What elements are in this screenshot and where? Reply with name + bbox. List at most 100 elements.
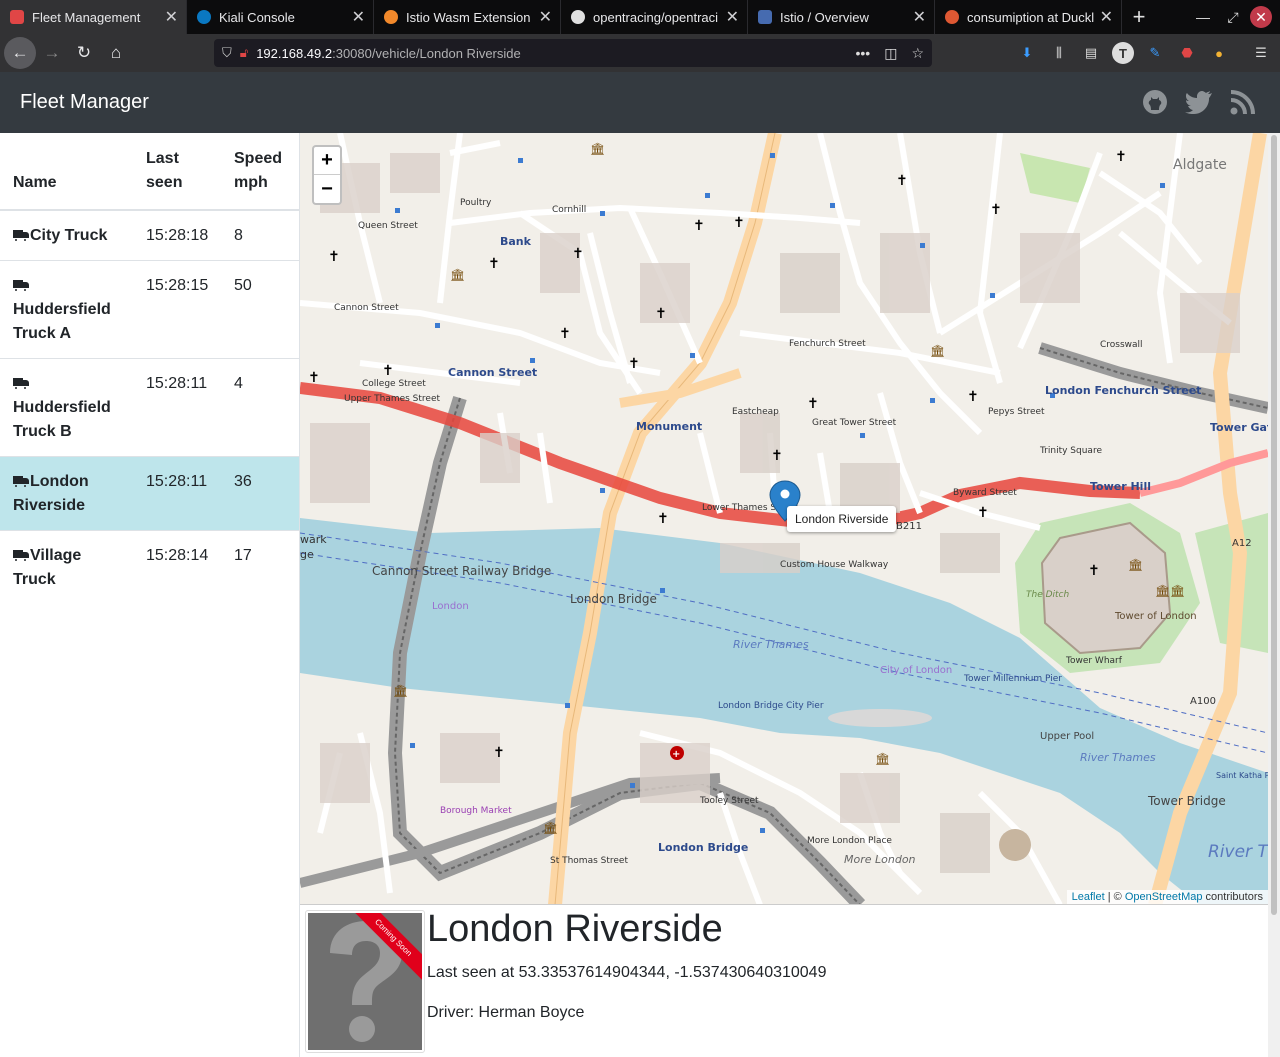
column-header-speed[interactable]: Speed mph	[221, 133, 299, 211]
tab-close-icon[interactable]: ✕	[165, 7, 178, 27]
column-header-name[interactable]: Name	[0, 133, 133, 211]
rss-icon[interactable]	[1229, 88, 1257, 116]
map-label: London Bridge	[570, 592, 657, 606]
zoom-control: + −	[312, 145, 342, 205]
map-label: A12	[1232, 538, 1252, 549]
insecure-lock-icon[interactable]: 🔓︎	[240, 45, 248, 61]
map-label: St Thomas Street	[550, 856, 628, 866]
svg-text:✝: ✝	[693, 218, 705, 234]
svg-text:✝: ✝	[493, 745, 505, 761]
vehicle-name-cell[interactable]: Huddersfield Truck B	[0, 358, 133, 457]
page-scrollbar[interactable]	[1268, 133, 1280, 1057]
map-view[interactable]: ✝ ✝ ✝ ✝ ✝ ✝ ✝ ✝ ✝ ✝ ✝ ✝ ✝ ✝ ✝ ✝ ✝ ✝ ✝ ✝ 🏛 🏛 🏛 🏛 🏛 🏛 🏛 🏛 🏛 + A…	[300, 133, 1268, 905]
downloads-icon[interactable]: ⬇	[1016, 42, 1038, 64]
close-window-icon[interactable]: ✕	[1250, 6, 1272, 28]
svg-text:✝: ✝	[771, 448, 783, 464]
leaflet-link[interactable]: Leaflet	[1072, 891, 1105, 903]
url-bar[interactable]: ⛉ 🔓︎ 192.168.49.2:30080/vehicle/London R…	[214, 39, 932, 67]
url-path: :30080/vehicle/London Riverside	[332, 45, 521, 61]
svg-text:✝: ✝	[990, 202, 1002, 218]
minimize-icon[interactable]: —	[1190, 4, 1216, 30]
extension-t-icon[interactable]: T	[1112, 42, 1134, 64]
browser-tab-bar: Fleet Management ✕ Kiali Console ✕ Istio…	[0, 0, 1280, 34]
last-seen-cell: 15:28:15	[133, 260, 221, 359]
tab-kiali[interactable]: Kiali Console ✕	[187, 0, 374, 34]
extension-shield-icon[interactable]: ⬣	[1176, 42, 1198, 64]
reload-button[interactable]: ↻	[68, 37, 100, 69]
map-label: Bank	[500, 235, 532, 248]
question-mark-icon: Coming Soon	[308, 913, 422, 1050]
more-actions-icon[interactable]: •••	[855, 45, 870, 62]
svg-text:🏛: 🏛	[590, 142, 605, 156]
vehicle-list-panel: Name Last seen Speed mph City Truck 15:2…	[0, 133, 300, 1057]
table-row[interactable]: Huddersfield Truck A 15:28:15 50	[0, 260, 299, 359]
istio-favicon-icon	[758, 10, 772, 24]
vehicle-photo-placeholder: Coming Soon	[305, 910, 425, 1053]
speed-cell: 50	[221, 260, 299, 359]
svg-text:🏛: 🏛	[1170, 584, 1185, 598]
tab-close-icon[interactable]: ✕	[726, 7, 739, 27]
osm-link[interactable]: OpenStreetMap	[1125, 891, 1203, 903]
zoom-in-button[interactable]: +	[314, 147, 340, 175]
sidebar-icon[interactable]: ▤	[1080, 42, 1102, 64]
browser-nav-bar: ← → ↻ ⌂ ⛉ 🔓︎ 192.168.49.2:30080/vehicle/…	[0, 34, 1280, 72]
pocket-icon[interactable]: ◫	[884, 45, 897, 62]
maximize-icon[interactable]: ⤢	[1220, 4, 1246, 30]
tab-close-icon[interactable]: ✕	[913, 7, 926, 27]
map-label: Crosswall	[1100, 340, 1143, 350]
extension-cookie-icon[interactable]: ●	[1208, 42, 1230, 64]
map-label: Tower Millennium Pier	[963, 674, 1062, 684]
map-label: Fenchurch Street	[789, 339, 866, 349]
last-seen-cell: 15:28:14	[133, 530, 221, 604]
tab-close-icon[interactable]: ✕	[539, 7, 552, 27]
svg-text:+: +	[672, 749, 680, 760]
svg-text:🏛: 🏛	[450, 268, 465, 282]
vehicle-name-cell[interactable]: London Riverside	[0, 456, 133, 531]
truck-icon	[13, 230, 29, 242]
shield-icon[interactable]: ⛉	[222, 45, 232, 61]
map-label: Tower Hill	[1090, 480, 1151, 493]
library-icon[interactable]: ⫼	[1048, 42, 1070, 64]
app-title[interactable]: Fleet Manager	[20, 91, 149, 114]
tab-opentracing[interactable]: opentracing/opentraci ✕	[561, 0, 748, 34]
new-tab-button[interactable]: +	[1122, 0, 1156, 34]
table-row[interactable]: Village Truck 15:28:14 17	[0, 530, 299, 604]
vehicle-name-cell[interactable]: Village Truck	[0, 530, 133, 604]
vehicle-name-cell[interactable]: Huddersfield Truck A	[0, 260, 133, 359]
vehicle-name-cell[interactable]: City Truck	[0, 209, 133, 261]
menu-icon[interactable]: ☰	[1250, 42, 1272, 64]
attribution-separator: | ©	[1104, 891, 1125, 903]
tab-istio-wasm[interactable]: Istio Wasm Extension ( ✕	[374, 0, 561, 34]
column-header-last-seen[interactable]: Last seen	[133, 133, 221, 211]
table-row[interactable]: Huddersfield Truck B 15:28:11 4	[0, 358, 299, 457]
tab-close-icon[interactable]: ✕	[352, 7, 365, 27]
table-row-selected[interactable]: London Riverside 15:28:11 36	[0, 456, 299, 531]
svg-text:🏛: 🏛	[930, 344, 945, 358]
map-label: London Bridge City Pier	[718, 701, 824, 711]
tab-duckduckgo[interactable]: consumiption at Duckl ✕	[935, 0, 1122, 34]
map-tiles[interactable]: ✝ ✝✝✝ ✝✝✝✝ ✝✝✝✝ ✝✝✝✝ ✝ ✝✝✝ 🏛🏛🏛 🏛🏛 🏛 🏛🏛🏛 + A…	[300, 133, 1268, 905]
tab-label: consumiption at Duckl	[967, 9, 1094, 25]
svg-text:✝: ✝	[967, 389, 979, 405]
attribution-tail: contributors	[1202, 891, 1263, 903]
home-button[interactable]: ⌂	[100, 37, 132, 69]
vehicle-last-seen-location: Last seen at 53.33537614904344, -1.53743…	[427, 964, 827, 981]
bookmark-star-icon[interactable]: ☆	[911, 45, 924, 62]
kiali-favicon-icon	[197, 10, 211, 24]
forward-button[interactable]: →	[36, 37, 68, 69]
github-icon[interactable]	[1141, 88, 1169, 116]
table-row[interactable]: City Truck 15:28:18 8	[0, 209, 299, 261]
zoom-out-button[interactable]: −	[314, 175, 340, 203]
tab-close-icon[interactable]: ✕	[1100, 7, 1113, 27]
map-label: Monument	[636, 420, 702, 433]
app-header: Fleet Manager	[0, 72, 1280, 133]
tab-istio-overview[interactable]: Istio / Overview ✕	[748, 0, 935, 34]
extension-tool-icon[interactable]: ✎	[1144, 42, 1166, 64]
scrollbar-thumb[interactable]	[1271, 135, 1277, 915]
tab-fleet-management[interactable]: Fleet Management ✕	[0, 0, 187, 34]
map-label: River Thames	[733, 638, 809, 651]
back-button[interactable]: ←	[4, 37, 36, 69]
twitter-icon[interactable]	[1185, 88, 1213, 116]
svg-text:🏛: 🏛	[393, 684, 408, 698]
url-actions: ••• ◫ ☆	[855, 45, 924, 62]
